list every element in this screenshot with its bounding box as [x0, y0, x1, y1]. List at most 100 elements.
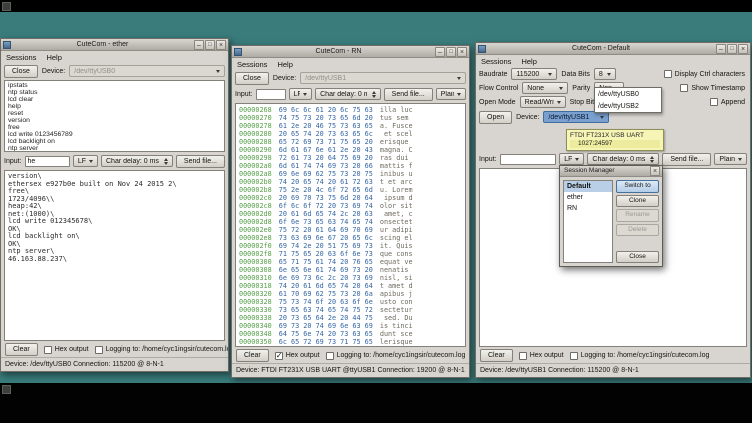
history-item[interactable]: lcd write 0123456789: [8, 131, 221, 138]
device-option[interactable]: /dev/ttyUSB0: [595, 88, 661, 100]
output-area[interactable]: version\ethersex e927b0e built on Nov 24…: [4, 170, 225, 341]
close-icon[interactable]: [216, 40, 226, 50]
flow-control-combo[interactable]: None: [522, 82, 568, 94]
history-item[interactable]: lcd clear: [8, 96, 221, 103]
menu-sessions[interactable]: Sessions: [237, 60, 267, 69]
char-delay-spinner[interactable]: Char delay: 0 ms: [315, 88, 381, 100]
send-file-button[interactable]: Send file...: [662, 153, 711, 166]
history-item[interactable]: ntp status: [8, 89, 221, 96]
dialog-titlebar[interactable]: Session Manager: [560, 166, 662, 177]
history-item[interactable]: lcd backlight on: [8, 138, 221, 145]
menu-help[interactable]: Help: [277, 60, 292, 69]
close-icon[interactable]: [457, 47, 467, 57]
hex-offset: 00000350: [239, 338, 272, 346]
spinner-arrows-icon[interactable]: [372, 91, 376, 98]
char-delay-spinner[interactable]: Char delay: 0 ms: [101, 155, 173, 167]
menu-help[interactable]: Help: [46, 53, 61, 62]
history-item[interactable]: reset: [8, 110, 221, 117]
history-item[interactable]: version: [8, 117, 221, 124]
display-mode-combo[interactable]: Plain: [714, 153, 747, 165]
char-delay-spinner[interactable]: Char delay: 0 ms: [587, 153, 659, 165]
show-timestamp-checkbox[interactable]: Show Timestamp: [680, 84, 745, 92]
maximize-icon[interactable]: [727, 44, 737, 54]
show-timestamp-label: Show Timestamp: [691, 85, 745, 92]
display-mode-combo[interactable]: Plain: [436, 88, 466, 100]
taskbar-icon[interactable]: [2, 385, 11, 394]
baudrate-label: Baudrate: [479, 71, 507, 78]
input-field[interactable]: [256, 89, 286, 100]
history-item[interactable]: free: [8, 124, 221, 131]
maximize-icon[interactable]: [446, 47, 456, 57]
clear-button[interactable]: Clear: [480, 349, 513, 362]
open-mode-combo[interactable]: Read/Write: [520, 96, 566, 108]
titlebar[interactable]: CuteCom - ether: [1, 39, 228, 51]
device-option[interactable]: /dev/ttyUSB2: [595, 100, 661, 112]
checkbox-icon: [664, 70, 672, 78]
hex-offset: 00000330: [239, 306, 272, 314]
minimize-icon[interactable]: [716, 44, 726, 54]
menu-sessions[interactable]: Sessions: [481, 57, 511, 66]
hex-bytes: 73 65 63 74 65 74 75 72: [279, 306, 373, 314]
input-field[interactable]: he: [25, 156, 70, 167]
logging-checkbox[interactable]: Logging to: /home/cyc1ingsir/cutecom.log: [95, 346, 228, 354]
close-button[interactable]: Close: [616, 251, 659, 264]
hex-offset: 000002e0: [239, 226, 272, 234]
menu-sessions[interactable]: Sessions: [6, 53, 36, 62]
window-title: CuteCom - Default: [488, 44, 714, 54]
input-label: Input:: [479, 156, 497, 163]
databits-combo[interactable]: 8: [594, 68, 616, 80]
baudrate-combo[interactable]: 115200: [511, 68, 557, 80]
input-field[interactable]: [500, 154, 557, 165]
append-checkbox[interactable]: Append: [710, 98, 745, 106]
hex-row: 000002d86f 6e 73 65 63 74 65 74onsectet: [239, 218, 462, 226]
session-list[interactable]: Default ether RN: [563, 180, 613, 263]
session-item-default[interactable]: Default: [564, 181, 612, 192]
titlebar[interactable]: CuteCom - Default: [476, 43, 750, 55]
line-ending-combo[interactable]: LF: [73, 155, 98, 167]
clone-button[interactable]: Clone: [616, 195, 659, 208]
minimize-icon[interactable]: [194, 40, 204, 50]
close-device-button[interactable]: Close: [235, 72, 269, 85]
command-history-list[interactable]: ipstatsntp statuslcd clearhelpresetversi…: [4, 80, 225, 152]
titlebar[interactable]: CuteCom - RN: [232, 46, 469, 58]
clear-button[interactable]: Clear: [5, 343, 38, 356]
menu-help[interactable]: Help: [521, 57, 536, 66]
chevron-down-icon: [575, 158, 579, 161]
hex-output-checkbox[interactable]: Hex output: [44, 346, 89, 354]
switch-to-button[interactable]: Switch to: [616, 180, 659, 193]
history-item[interactable]: help: [8, 103, 221, 110]
dialog-close-icon[interactable]: [650, 166, 660, 176]
tray-icon[interactable]: [2, 2, 11, 11]
maximize-icon[interactable]: [205, 40, 215, 50]
app-icon: [3, 41, 11, 49]
spinner-arrows-icon[interactable]: [164, 158, 168, 165]
session-item-rn[interactable]: RN: [564, 203, 612, 214]
spinner-arrows-icon[interactable]: [650, 156, 654, 163]
open-button[interactable]: Open: [479, 111, 512, 124]
line-ending-combo[interactable]: LF: [559, 153, 584, 165]
device-row: Close Device: /dev/ttyUSB1: [232, 70, 469, 86]
hex-row: 0000034069 73 20 74 69 6e 63 69is tinci: [239, 322, 462, 330]
combo-value: Plain: [719, 156, 735, 163]
send-file-button[interactable]: Send file...: [176, 155, 225, 168]
logging-checkbox[interactable]: Logging to: /home/cyc1ingsir/cutecom.log: [326, 352, 466, 360]
hex-row: 000002906d 61 67 6e 61 2e 20 43magna. C: [239, 146, 462, 154]
hex-output-checkbox[interactable]: Hex output: [275, 352, 320, 360]
hex-ascii: equat ve: [380, 258, 413, 266]
hex-output-area[interactable]: 0000026869 6c 6c 61 20 6c 75 63illa luc …: [235, 103, 466, 347]
history-item[interactable]: ipstats: [8, 82, 221, 89]
line-ending-combo[interactable]: LF: [289, 88, 313, 100]
close-icon[interactable]: [738, 44, 748, 54]
session-item-ether[interactable]: ether: [564, 192, 612, 203]
hex-output-checkbox[interactable]: Hex output: [519, 352, 564, 360]
output-line: ethersex e927b0e built on Nov 24 2015 2\: [8, 181, 221, 189]
hex-bytes: 69 74 2e 20 51 75 69 73: [279, 242, 373, 250]
history-item[interactable]: ntp server: [8, 145, 221, 152]
minimize-icon[interactable]: [435, 47, 445, 57]
clear-button[interactable]: Clear: [236, 349, 269, 362]
send-file-button[interactable]: Send file...: [384, 88, 433, 101]
checkbox-icon: [710, 98, 718, 106]
close-device-button[interactable]: Close: [4, 65, 38, 78]
logging-checkbox[interactable]: Logging to: /home/cyc1ingsir/cutecom.log: [570, 352, 710, 360]
display-ctrl-checkbox[interactable]: Display Ctrl characters: [664, 70, 745, 78]
